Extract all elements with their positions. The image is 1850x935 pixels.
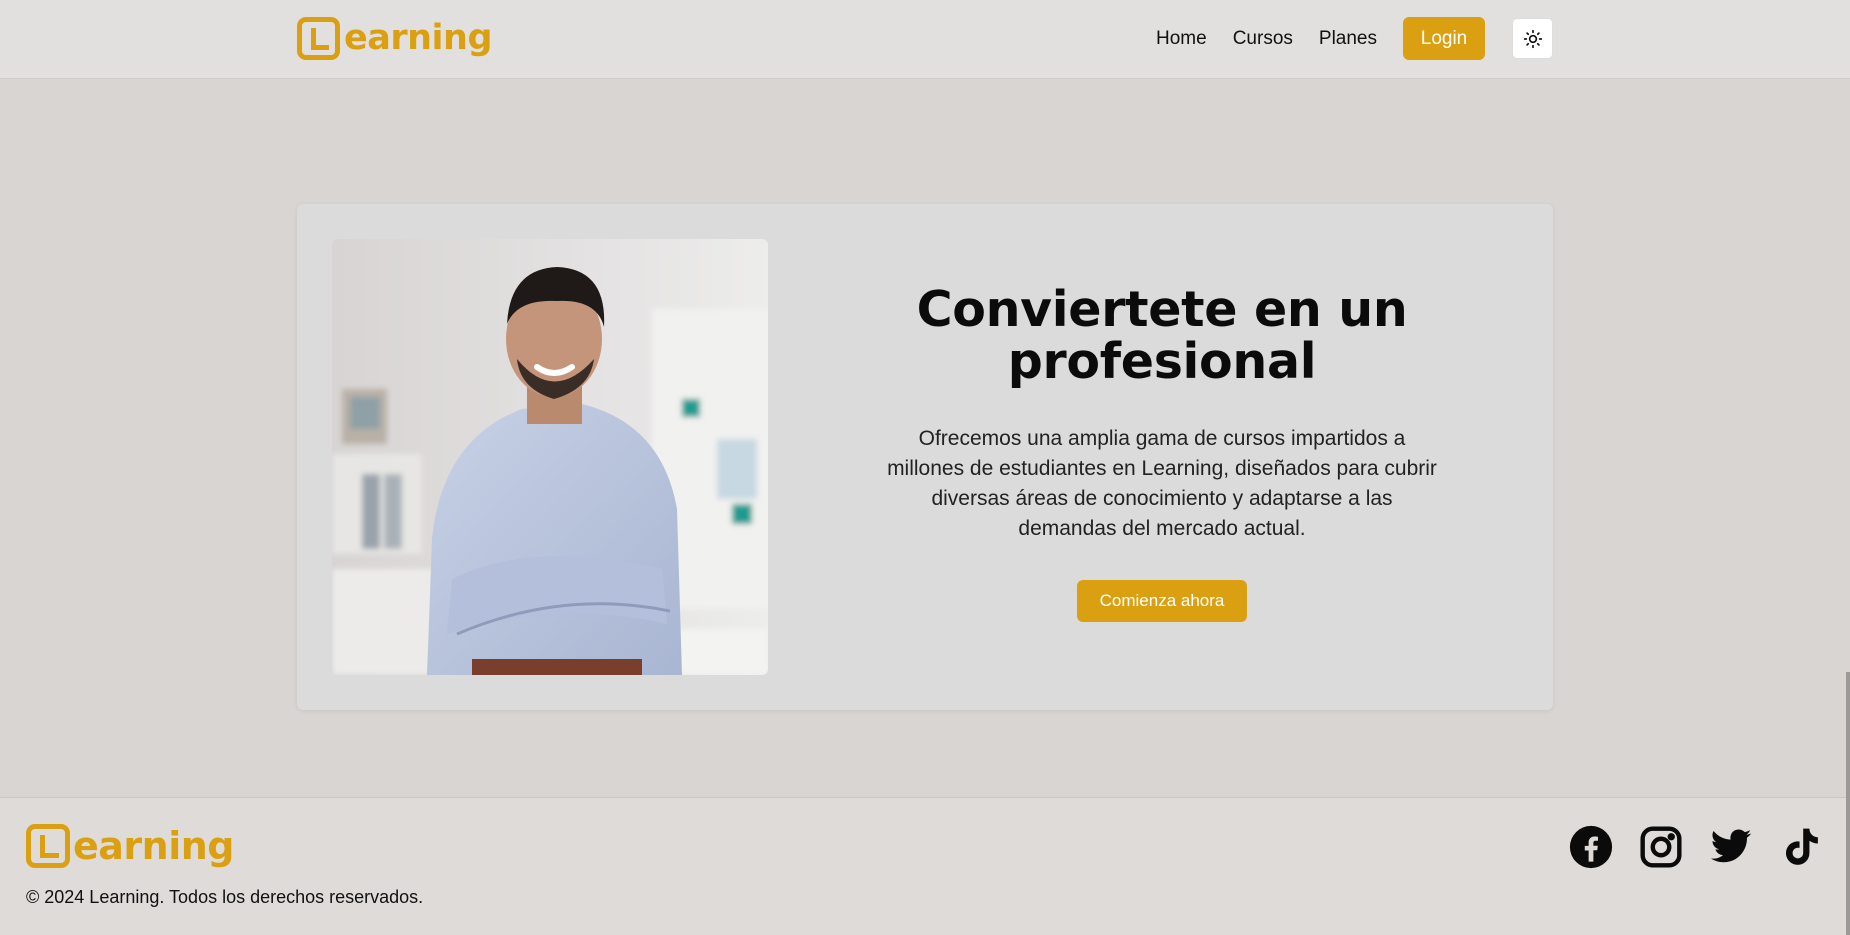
hero-card: Conviertete en un profesional Ofrecemos … bbox=[297, 204, 1553, 710]
page: earning Home Cursos Planes Login Convier… bbox=[0, 0, 1850, 935]
twitter-icon[interactable] bbox=[1708, 824, 1754, 870]
instagram-icon[interactable] bbox=[1638, 824, 1684, 870]
hero-description: Ofrecemos una amplia gama de cursos impa… bbox=[887, 427, 1437, 540]
nav-planes[interactable]: Planes bbox=[1319, 28, 1377, 50]
tiktok-icon[interactable] bbox=[1778, 824, 1824, 870]
page-scrollbar[interactable] bbox=[1846, 672, 1850, 935]
main-nav: Home Cursos Planes Login bbox=[1156, 17, 1553, 60]
logo-l-icon bbox=[26, 824, 70, 868]
theme-toggle-button[interactable] bbox=[1512, 18, 1553, 59]
copyright-text: © 2024 Learning. Todos los derechos rese… bbox=[26, 887, 424, 907]
footer-brand-name: earning bbox=[73, 824, 235, 868]
brand-logo[interactable]: earning bbox=[297, 16, 493, 60]
nav-cursos[interactable]: Cursos bbox=[1233, 28, 1293, 50]
logo-l-icon bbox=[297, 16, 340, 60]
start-now-button[interactable]: Comienza ahora bbox=[1077, 580, 1247, 622]
login-button[interactable]: Login bbox=[1403, 17, 1485, 60]
site-header: earning Home Cursos Planes Login bbox=[0, 0, 1850, 79]
brand-name: earning bbox=[344, 18, 493, 58]
footer-brand-logo[interactable]: earning bbox=[26, 824, 235, 868]
hero-content: Conviertete en un profesional Ofrecemos … bbox=[872, 284, 1452, 622]
site-footer: earning © 2024 Learning. Todos los derec… bbox=[0, 797, 1850, 935]
facebook-icon[interactable] bbox=[1568, 824, 1614, 870]
hero-photo bbox=[332, 239, 768, 675]
nav-home[interactable]: Home bbox=[1156, 28, 1207, 50]
hero-title: Conviertete en un profesional bbox=[916, 281, 1408, 390]
sun-icon bbox=[1523, 29, 1542, 48]
social-links bbox=[1568, 824, 1824, 870]
